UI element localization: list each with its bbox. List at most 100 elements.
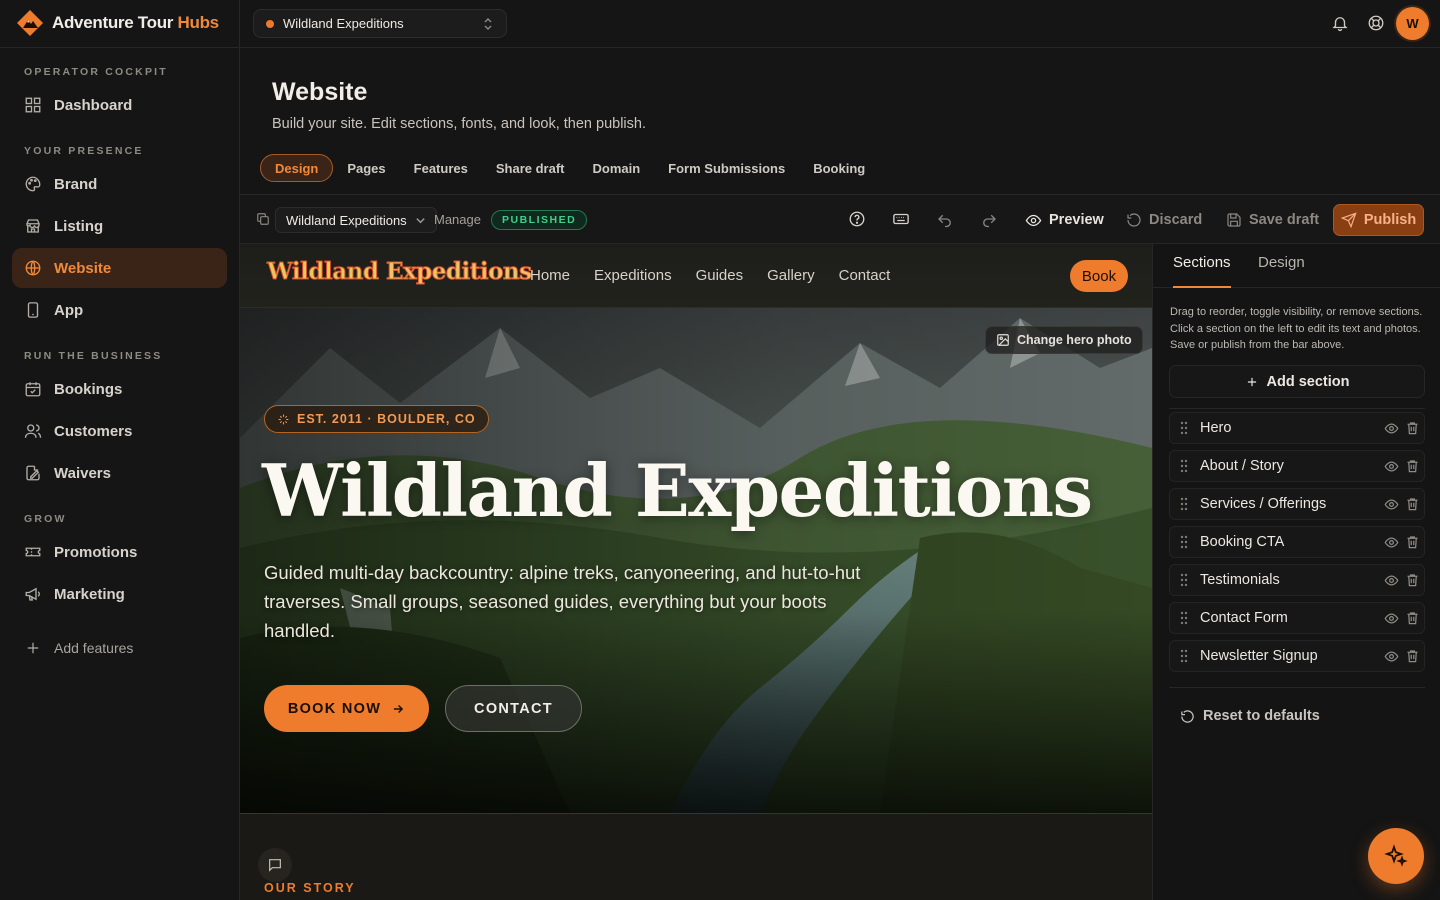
trash-icon[interactable] — [1405, 420, 1420, 436]
eye-icon[interactable] — [1384, 649, 1399, 664]
status-badge: PUBLISHED — [491, 210, 588, 230]
trash-icon[interactable] — [1405, 496, 1420, 512]
drag-handle-icon[interactable] — [1180, 497, 1188, 511]
page-header: Website Build your site. Edit sections, … — [240, 48, 1440, 194]
sidebar-item-label: Waivers — [54, 464, 111, 482]
trash-icon[interactable] — [1405, 458, 1420, 474]
drag-handle-icon[interactable] — [1180, 421, 1188, 435]
site-switcher[interactable]: Wildland Expeditions — [253, 9, 507, 38]
eye-icon[interactable] — [1384, 497, 1399, 512]
trash-icon[interactable] — [1405, 610, 1420, 626]
lifebuoy-icon[interactable] — [1367, 14, 1385, 32]
sidebar-item-dashboard[interactable]: Dashboard — [12, 85, 227, 125]
tab-design[interactable]: Design — [260, 154, 334, 182]
preview-story-section[interactable]: OUR STORY — [240, 813, 1152, 900]
drag-handle-icon[interactable] — [1180, 611, 1188, 625]
section-item-label: Testimonials — [1200, 572, 1280, 588]
sidebar-item-label: Listing — [54, 217, 104, 235]
help-icon[interactable] — [848, 210, 866, 228]
sidebar-item-marketing[interactable]: Marketing — [12, 574, 227, 614]
book-now-button[interactable]: BOOK NOW — [264, 685, 429, 732]
sidebar-item-website[interactable]: Website — [12, 248, 227, 288]
preview-hero[interactable]: Change hero photo EST. 2011 · BOULDER, C… — [240, 308, 1152, 813]
preview-nav-expeditions[interactable]: Expeditions — [594, 267, 672, 284]
eye-icon[interactable] — [1384, 611, 1399, 626]
copy-icon[interactable] — [256, 212, 270, 226]
drag-handle-icon[interactable] — [1180, 535, 1188, 549]
section-item-contact-form[interactable]: Contact Form — [1169, 602, 1425, 634]
eye-icon[interactable] — [1384, 421, 1399, 436]
publish-button[interactable]: Publish — [1333, 204, 1424, 236]
ticket-icon — [24, 543, 42, 561]
change-hero-photo-button[interactable]: Change hero photo — [985, 326, 1143, 354]
tab-booking[interactable]: Booking — [799, 154, 879, 182]
discard-button[interactable]: Discard — [1126, 206, 1202, 234]
tab-share-draft[interactable]: Share draft — [482, 154, 579, 182]
tab-sections[interactable]: Sections — [1173, 254, 1231, 288]
sidebar-item-listing[interactable]: Listing — [12, 206, 227, 246]
bell-icon[interactable] — [1331, 14, 1349, 32]
save-draft-button[interactable]: Save draft — [1226, 206, 1319, 234]
section-item-hero[interactable]: Hero — [1169, 412, 1425, 444]
preview-site-logo[interactable]: Wildland Expeditions — [267, 258, 533, 286]
tab-form-submissions[interactable]: Form Submissions — [654, 154, 799, 182]
avatar[interactable]: W — [1396, 7, 1429, 40]
preview-nav-home[interactable]: Home — [530, 267, 570, 284]
trash-icon[interactable] — [1405, 534, 1420, 550]
manage-link[interactable]: Manage — [434, 212, 481, 227]
reset-label: Reset to defaults — [1203, 708, 1320, 724]
redo-icon[interactable] — [980, 210, 998, 228]
page-tabs: Design Pages Features Share draft Domain… — [260, 154, 879, 182]
trash-icon[interactable] — [1405, 648, 1420, 664]
sidebar-item-customers[interactable]: Customers — [12, 411, 227, 451]
tab-features[interactable]: Features — [400, 154, 482, 182]
preview-nav-contact[interactable]: Contact — [839, 267, 891, 284]
app-logo[interactable]: Adventure Tour Hubs — [16, 9, 219, 37]
keyboard-icon[interactable] — [892, 210, 910, 228]
sidebar-item-waivers[interactable]: Waivers — [12, 453, 227, 493]
tab-panel-design[interactable]: Design — [1258, 254, 1305, 288]
reset-to-defaults-button[interactable]: Reset to defaults — [1180, 708, 1320, 724]
tab-domain[interactable]: Domain — [579, 154, 655, 182]
drag-handle-icon[interactable] — [1180, 649, 1188, 663]
sparkles-icon — [1384, 844, 1408, 868]
eye-icon[interactable] — [1384, 573, 1399, 588]
sidebar-item-brand[interactable]: Brand — [12, 164, 227, 204]
site-select[interactable]: Wildland Expeditions — [275, 207, 437, 233]
section-item-testimonials[interactable]: Testimonials — [1169, 564, 1425, 596]
section-item-about-story[interactable]: About / Story — [1169, 450, 1425, 482]
undo-icon[interactable] — [936, 210, 954, 228]
preview-button[interactable]: Preview — [1025, 206, 1104, 234]
section-item-services[interactable]: Services / Offerings — [1169, 488, 1425, 520]
sidebar-heading: OPERATOR COCKPIT — [24, 66, 168, 78]
section-item-booking-cta[interactable]: Booking CTA — [1169, 526, 1425, 558]
website-preview[interactable]: Wildland Expeditions Home Expeditions Gu… — [240, 244, 1152, 900]
hero-badge: EST. 2011 · BOULDER, CO — [264, 405, 489, 433]
sidebar: OPERATOR COCKPIT Dashboard YOUR PRESENCE… — [0, 48, 239, 900]
preview-nav-gallery[interactable]: Gallery — [767, 267, 815, 284]
sidebar-item-promotions[interactable]: Promotions — [12, 532, 227, 572]
section-item-newsletter-signup[interactable]: Newsletter Signup — [1169, 640, 1425, 672]
eye-icon[interactable] — [1384, 459, 1399, 474]
add-features-button[interactable]: Add features — [12, 628, 227, 668]
preview-book-button[interactable]: Book — [1070, 260, 1128, 292]
store-icon — [24, 217, 42, 235]
trash-icon[interactable] — [1405, 572, 1420, 588]
chevron-down-icon — [415, 215, 426, 226]
add-section-button[interactable]: Add section — [1169, 365, 1425, 398]
eye-icon — [1025, 212, 1042, 229]
megaphone-icon — [24, 585, 42, 603]
plus-icon — [24, 639, 42, 657]
drag-handle-icon[interactable] — [1180, 459, 1188, 473]
preview-nav-guides[interactable]: Guides — [696, 267, 744, 284]
sidebar-item-app[interactable]: App — [12, 290, 227, 330]
tab-pages[interactable]: Pages — [333, 154, 399, 182]
sidebar-item-bookings[interactable]: Bookings — [12, 369, 227, 409]
sidebar-item-label: Bookings — [54, 380, 123, 398]
eye-icon[interactable] — [1384, 535, 1399, 550]
sidebar-item-label: Customers — [54, 422, 133, 440]
contact-button[interactable]: CONTACT — [445, 685, 582, 732]
drag-handle-icon[interactable] — [1180, 573, 1188, 587]
ai-assistant-button[interactable] — [1368, 828, 1424, 884]
rotate-ccw-icon — [1180, 709, 1195, 724]
